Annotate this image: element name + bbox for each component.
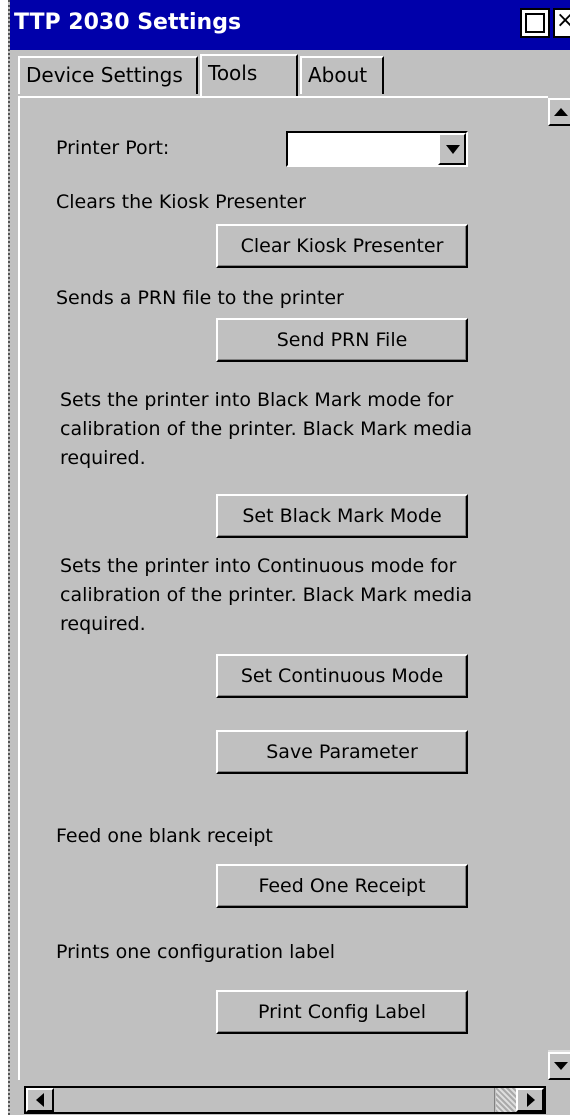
arrow-up-icon[interactable]	[548, 98, 570, 126]
tools-panel: Printer Port: Clears the Kiosk Presenter…	[18, 96, 548, 1080]
close-icon[interactable]: ×	[553, 8, 570, 38]
feed-one-receipt-button[interactable]: Feed One Receipt	[216, 864, 468, 908]
set-black-mark-mode-button[interactable]: Set Black Mark Mode	[216, 494, 468, 538]
clear-kiosk-presenter-button[interactable]: Clear Kiosk Presenter	[216, 224, 468, 268]
vertical-scrollbar[interactable]	[548, 98, 570, 1080]
printer-port-label: Printer Port:	[56, 137, 170, 159]
clear-kiosk-description: Clears the Kiosk Presenter	[56, 191, 306, 213]
config-label-description: Prints one configuration label	[56, 941, 336, 963]
title-bar[interactable]: TTP 2030 Settings ×	[10, 0, 570, 50]
horizontal-scroll-thumb[interactable]	[54, 1088, 495, 1112]
printer-port-select[interactable]	[286, 131, 468, 167]
arrow-down-icon[interactable]	[548, 1052, 570, 1080]
arrow-left-icon[interactable]	[26, 1088, 54, 1112]
window-title: TTP 2030 Settings	[14, 10, 242, 35]
settings-window: TTP 2030 Settings × Device Settings Tool…	[8, 0, 570, 1115]
maximize-icon[interactable]	[520, 8, 550, 38]
save-parameter-button[interactable]: Save Parameter	[216, 730, 468, 774]
tab-about[interactable]: About	[300, 56, 384, 94]
tab-device-settings[interactable]: Device Settings	[18, 56, 198, 94]
print-config-label-button[interactable]: Print Config Label	[216, 990, 468, 1034]
horizontal-scroll-track[interactable]	[496, 1088, 518, 1112]
chevron-down-icon[interactable]	[438, 133, 466, 165]
send-prn-description: Sends a PRN file to the printer	[56, 287, 344, 309]
vertical-scroll-thumb[interactable]	[548, 126, 570, 1050]
feed-receipt-description: Feed one blank receipt	[56, 825, 273, 847]
arrow-right-icon[interactable]	[516, 1088, 544, 1112]
tab-tools[interactable]: Tools	[200, 54, 298, 96]
continuous-description: Sets the printer into Continuous mode fo…	[60, 555, 473, 635]
set-continuous-mode-button[interactable]: Set Continuous Mode	[216, 654, 468, 698]
black-mark-description: Sets the printer into Black Mark mode fo…	[60, 389, 473, 469]
horizontal-scrollbar[interactable]	[24, 1086, 546, 1114]
close-glyph: ×	[556, 8, 570, 33]
send-prn-file-button[interactable]: Send PRN File	[216, 318, 468, 362]
